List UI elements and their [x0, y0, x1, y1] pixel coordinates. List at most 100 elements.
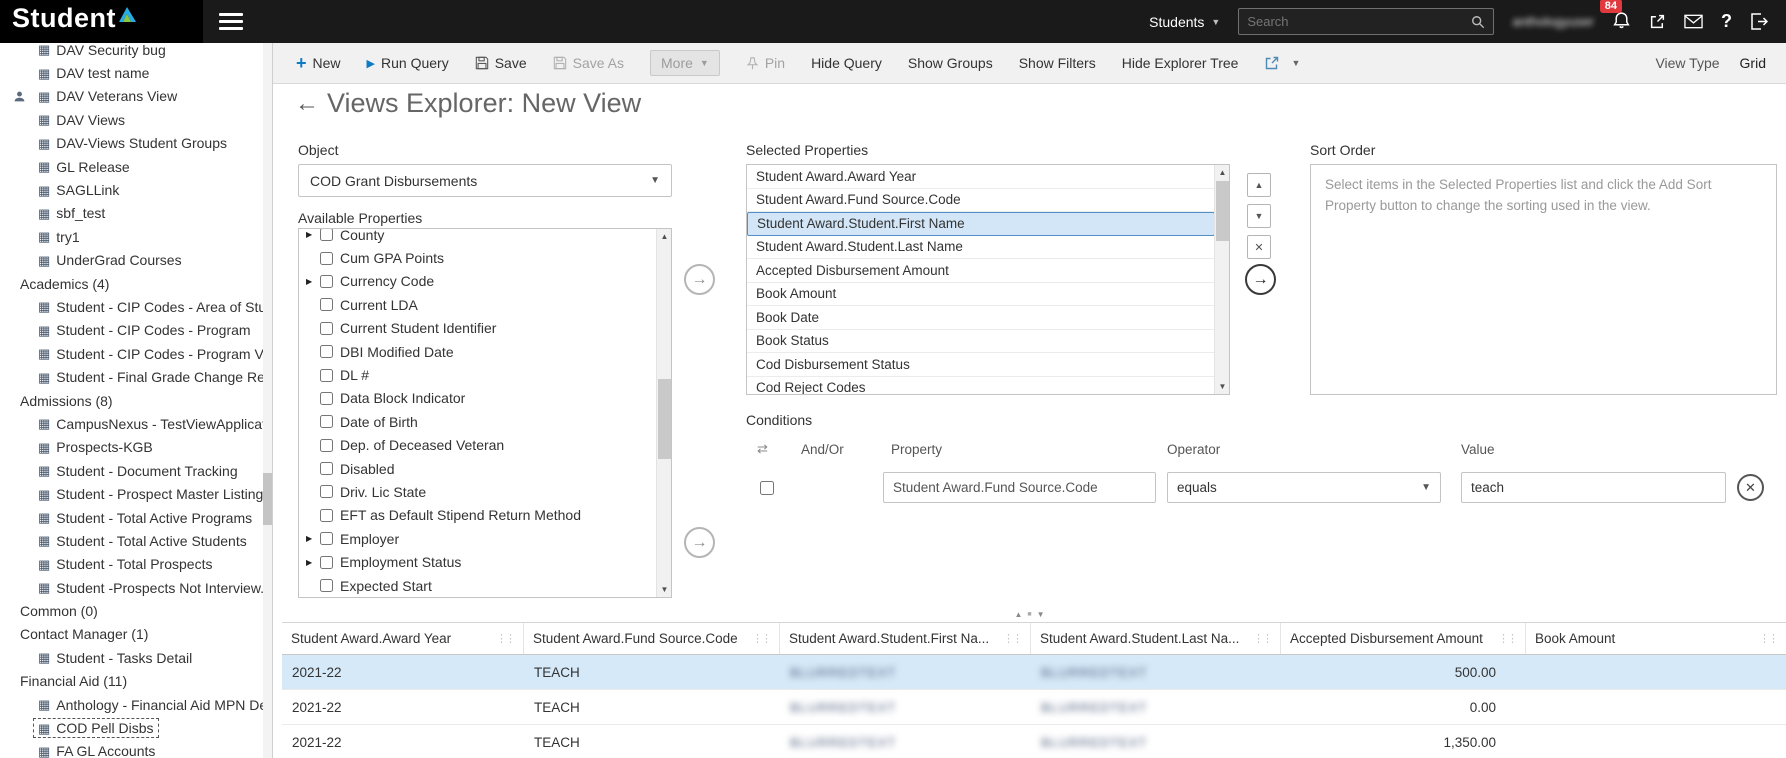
back-arrow-icon[interactable]: ← — [295, 90, 319, 118]
hide-query-button[interactable]: Hide Query — [798, 55, 895, 71]
column-drag-handle-icon[interactable]: ⋮⋮ — [1492, 632, 1518, 645]
sidebar-view-item[interactable]: ▦ DAV test name — [0, 61, 272, 84]
sidebar-view-item[interactable]: ▦ SAGLLink — [0, 178, 272, 201]
sidebar-view-item[interactable]: ▦ FA GL Accounts — [0, 740, 272, 758]
condition-operator-select[interactable]: equals ▼ — [1167, 472, 1441, 503]
menu-hamburger-icon[interactable] — [219, 9, 243, 34]
grid-data-row[interactable]: 2021-22 TEACH BLURREDTEXT BLURREDTEXT 500.00 — [282, 655, 1786, 690]
sidebar-view-item[interactable]: ▦ try1 — [0, 225, 272, 248]
move-up-button[interactable]: ▲ — [1247, 173, 1271, 197]
available-property-row[interactable]: Current Student Identifier — [306, 317, 671, 340]
sidebar-view-item[interactable]: ▦ Student - Final Grade Change Rea... — [0, 365, 272, 388]
save-button[interactable]: Save — [462, 55, 540, 71]
selected-property-row[interactable]: Cod Reject Codes — [747, 377, 1215, 394]
condition-value-input[interactable] — [1461, 472, 1726, 503]
property-checkbox[interactable] — [320, 508, 333, 522]
search-icon[interactable] — [1471, 15, 1485, 29]
property-checkbox[interactable] — [320, 298, 333, 312]
pin-button[interactable]: Pin — [733, 55, 798, 71]
grid-column-header[interactable]: Accepted Disbursement Amount ⋮⋮ — [1281, 623, 1526, 654]
sidebar-view-item[interactable]: ▦ DAV Veterans View — [0, 85, 272, 108]
search-input[interactable] — [1247, 14, 1472, 29]
chevron-down-icon[interactable]: ▼ — [1291, 58, 1300, 68]
sidebar-view-item[interactable]: ▦ DAV Security bug — [0, 43, 272, 61]
selected-property-row[interactable]: Book Amount — [747, 283, 1215, 306]
available-scrollbar-thumb[interactable] — [658, 379, 671, 459]
add-condition-button[interactable]: → — [684, 527, 715, 558]
grid-column-header[interactable]: Student Award.Award Year ⋮⋮ — [282, 623, 524, 654]
expand-arrow-icon[interactable]: ▶ — [306, 534, 320, 543]
context-selector[interactable]: Students ▼ — [1149, 14, 1220, 30]
grid-data-row[interactable]: 2021-22 TEACH BLURREDTEXT BLURREDTEXT 0.00 — [282, 690, 1786, 725]
available-property-row[interactable]: Driv. Lic State — [306, 480, 671, 503]
property-checkbox[interactable] — [320, 321, 333, 335]
sidebar-view-item[interactable]: ▦ GL Release — [0, 155, 272, 178]
available-property-row[interactable]: Expected Start — [306, 574, 671, 597]
sidebar-view-item[interactable]: ▦ Student - Prospect Master Listing — [0, 482, 272, 505]
selected-property-row[interactable]: Cod Disbursement Status — [747, 353, 1215, 377]
add-sort-property-button[interactable]: → — [1245, 264, 1276, 295]
condition-row-checkbox[interactable] — [760, 481, 774, 495]
scroll-up-icon[interactable]: ▲ — [657, 229, 671, 244]
expand-arrow-icon[interactable]: ▶ — [306, 230, 320, 239]
available-property-row[interactable]: Dep. of Deceased Veteran — [306, 434, 671, 457]
property-checkbox[interactable] — [320, 438, 333, 452]
column-drag-handle-icon[interactable]: ⋮⋮ — [1753, 632, 1779, 645]
scroll-down-icon[interactable]: ▼ — [657, 582, 671, 597]
column-drag-handle-icon[interactable]: ⋮⋮ — [746, 632, 772, 645]
sidebar-view-item[interactable]: ▦ Student - Total Prospects — [0, 553, 272, 576]
column-drag-handle-icon[interactable]: ⋮⋮ — [490, 632, 516, 645]
sidebar-view-item[interactable]: ▦ COD Pell Disbs — [0, 716, 272, 739]
sidebar-view-item[interactable]: ▦ Student - CIP Codes - Area of Stu... — [0, 295, 272, 318]
available-property-row[interactable]: DBI Modified Date — [306, 340, 671, 363]
available-property-row[interactable]: ▶ Currency Code — [306, 270, 671, 293]
property-checkbox[interactable] — [320, 462, 333, 476]
column-drag-handle-icon[interactable]: ⋮⋮ — [1247, 632, 1273, 645]
open-view-external-button[interactable]: ▼ — [1251, 55, 1313, 71]
available-property-row[interactable]: Cum GPA Points — [306, 246, 671, 269]
condition-property-input[interactable] — [883, 472, 1156, 503]
sidebar-scrollbar-thumb[interactable] — [263, 473, 272, 525]
available-property-row[interactable]: ▶ County — [306, 229, 671, 246]
sidebar-scrollbar[interactable] — [263, 43, 272, 758]
selected-list-scrollbar[interactable]: ▲ ▼ — [1214, 165, 1229, 394]
scroll-down-icon[interactable]: ▼ — [1215, 379, 1229, 394]
grid-column-header[interactable]: Student Award.Fund Source.Code ⋮⋮ — [524, 623, 780, 654]
available-property-row[interactable]: DL # — [306, 363, 671, 386]
available-property-row[interactable]: Date of Birth — [306, 410, 671, 433]
selected-property-row[interactable]: Accepted Disbursement Amount — [747, 259, 1215, 283]
sidebar-view-item[interactable]: ▦ Student - Document Tracking — [0, 459, 272, 482]
show-groups-button[interactable]: Show Groups — [895, 55, 1006, 71]
selected-property-row[interactable]: Student Award.Student.Last Name — [747, 236, 1215, 259]
sidebar-view-item[interactable]: ▦ CampusNexus - TestViewApplicat... — [0, 412, 272, 435]
view-type-value[interactable]: Grid — [1740, 55, 1766, 71]
new-button[interactable]: + New — [283, 54, 354, 72]
available-property-row[interactable]: ▶ Employer — [306, 527, 671, 550]
property-checkbox[interactable] — [320, 415, 333, 429]
property-checkbox[interactable] — [320, 368, 333, 382]
selected-property-row[interactable]: Student Award.Award Year — [747, 165, 1215, 189]
grid-data-row[interactable]: 2021-22 TEACH BLURREDTEXT BLURREDTEXT 1,350.… — [282, 725, 1786, 758]
available-property-row[interactable]: Current LDA — [306, 293, 671, 316]
sidebar-view-item[interactable]: ▦ Student - CIP Codes - Program Ve... — [0, 342, 272, 365]
save-as-button[interactable]: Save As — [540, 55, 637, 71]
property-checkbox[interactable] — [320, 251, 333, 265]
sidebar-view-item[interactable]: ▦ DAV-Views Student Groups — [0, 132, 272, 155]
sidebar-view-item[interactable]: ▦ Student -Prospects Not Interview... — [0, 576, 272, 599]
selected-property-row[interactable]: Student Award.Fund Source.Code — [747, 189, 1215, 212]
sidebar-view-item[interactable]: ▦ Student - Total Active Students — [0, 529, 272, 552]
expand-arrow-icon[interactable]: ▶ — [306, 277, 320, 286]
property-checkbox[interactable] — [320, 485, 333, 499]
property-checkbox[interactable] — [320, 345, 333, 359]
run-query-button[interactable]: ▶ Run Query — [354, 55, 462, 71]
sidebar-view-item[interactable]: ▦ sbf_test — [0, 202, 272, 225]
property-checkbox[interactable] — [320, 274, 333, 288]
add-property-button[interactable]: → — [684, 264, 715, 295]
column-drag-handle-icon[interactable]: ⋮⋮ — [997, 632, 1023, 645]
object-dropdown[interactable]: COD Grant Disbursements ▼ — [298, 164, 672, 197]
remove-property-button[interactable]: ✕ — [1247, 235, 1271, 259]
messages-button[interactable] — [1684, 14, 1703, 29]
sidebar-view-item[interactable]: ▦ DAV Views — [0, 108, 272, 131]
available-property-row[interactable]: Data Block Indicator — [306, 387, 671, 410]
selected-scrollbar-thumb[interactable] — [1216, 181, 1229, 241]
